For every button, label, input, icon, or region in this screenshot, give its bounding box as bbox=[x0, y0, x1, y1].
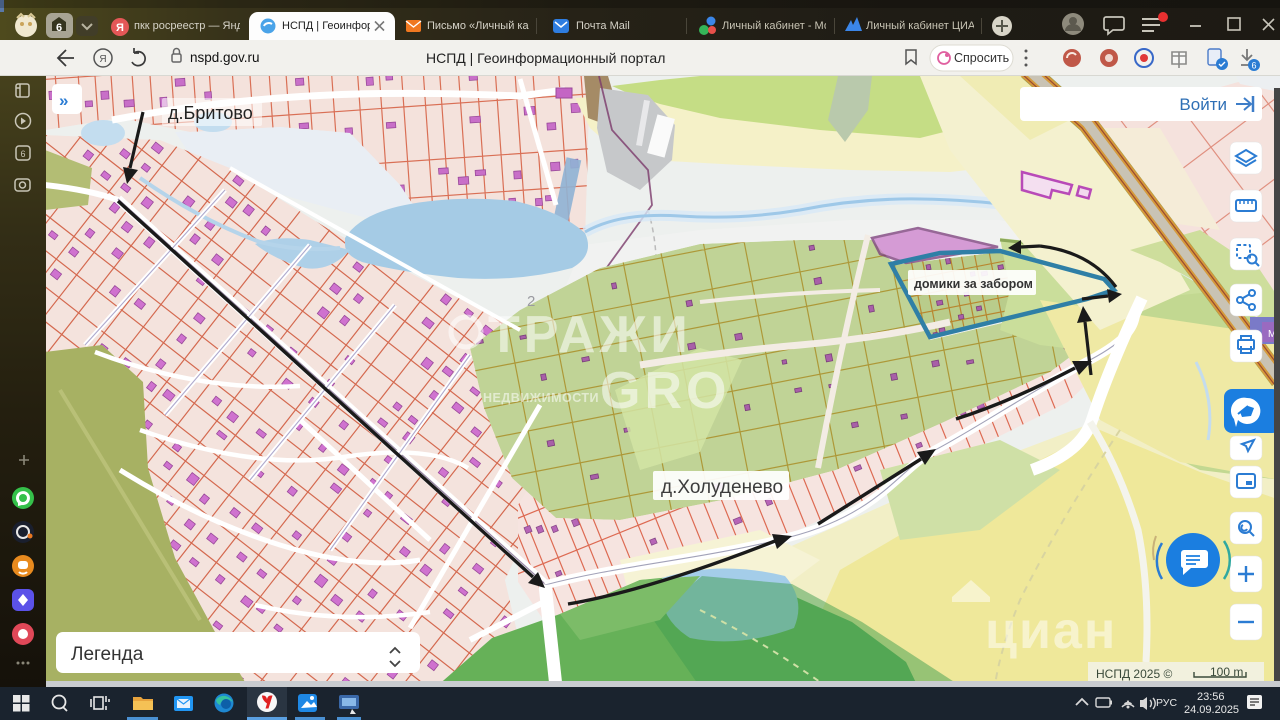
svg-text:домики за забором: домики за забором bbox=[914, 277, 1033, 291]
svg-text:Я: Я bbox=[116, 22, 124, 34]
svg-text:д.Бритово: д.Бритово bbox=[168, 103, 253, 123]
svg-text:НЕДВИЖИМОСТИ: НЕДВИЖИМОСТИ bbox=[483, 391, 599, 405]
svg-text:циан: циан bbox=[985, 602, 1117, 660]
svg-text:6: 6 bbox=[1251, 61, 1256, 71]
svg-text:6: 6 bbox=[20, 149, 25, 159]
svg-text:д.Холуденево: д.Холуденево bbox=[661, 477, 783, 498]
svg-text:6: 6 bbox=[56, 22, 62, 34]
svg-text:НСПД 2025 ©: НСПД 2025 © bbox=[1096, 667, 1172, 681]
svg-text:ТРАЖИ: ТРАЖИ bbox=[488, 306, 692, 364]
svg-text:GRO: GRO bbox=[600, 362, 730, 420]
svg-text:»: » bbox=[59, 91, 68, 110]
svg-text:Легенда: Легенда bbox=[71, 644, 144, 665]
svg-text:Войти: Войти bbox=[1179, 95, 1227, 114]
svg-text:Я: Я bbox=[99, 54, 106, 65]
